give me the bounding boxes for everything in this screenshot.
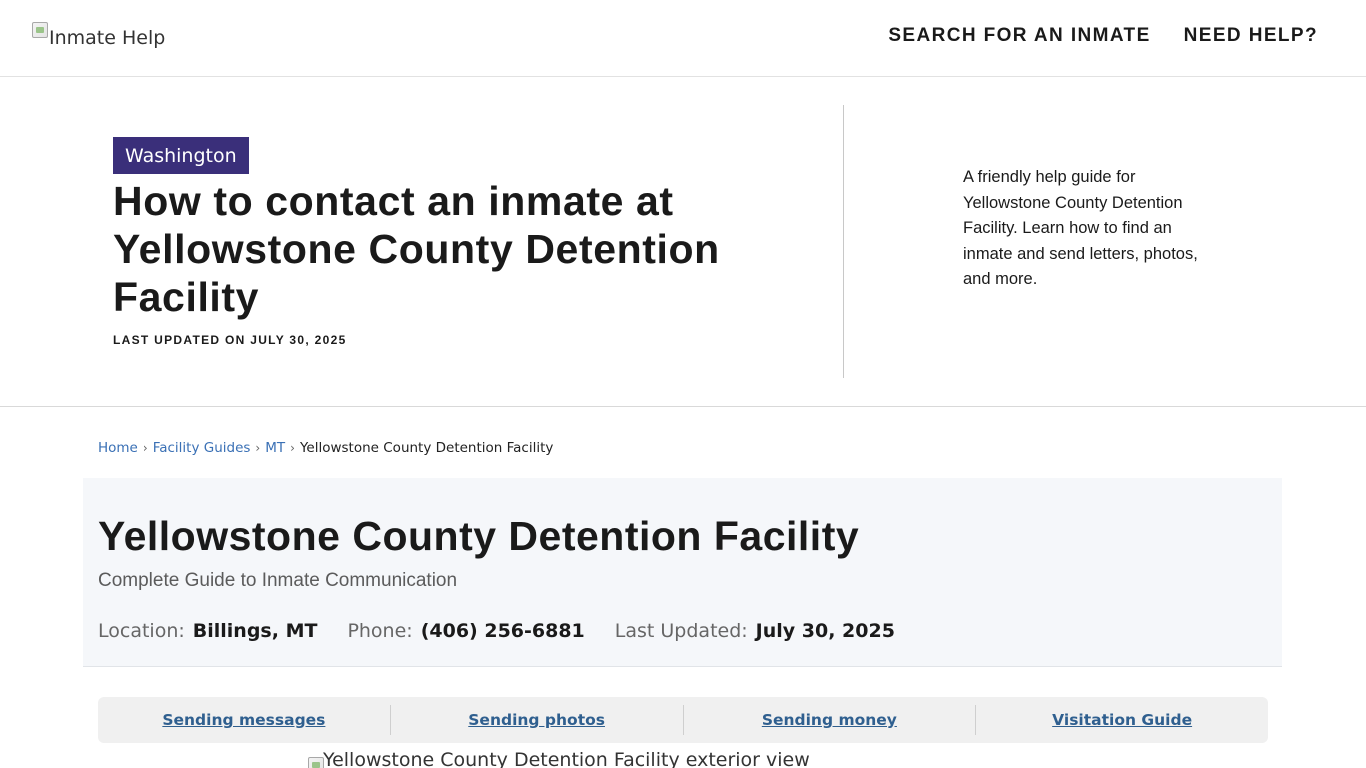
- tab-visitation-guide[interactable]: Visitation Guide: [976, 697, 1268, 743]
- page-title: How to contact an inmate at Yellowstone …: [113, 178, 720, 320]
- nav-search-inmate[interactable]: SEARCH FOR AN INMATE: [888, 25, 1150, 47]
- tab-sending-photos[interactable]: Sending photos: [391, 697, 683, 743]
- meta-location: Location: Billings, MT: [98, 620, 317, 642]
- logo-link[interactable]: Inmate Help: [32, 22, 165, 54]
- facility-title: Yellowstone County Detention Facility: [98, 513, 860, 559]
- tab-sending-money[interactable]: Sending money: [684, 697, 976, 743]
- site-header: Inmate Help SEARCH FOR AN INMATE NEED HE…: [0, 0, 1366, 77]
- breadcrumb-state[interactable]: MT: [265, 440, 285, 456]
- broken-image-icon: [308, 757, 324, 768]
- facility-exterior-image: Yellowstone County Detention Facility ex…: [308, 749, 810, 768]
- location-label: Location:: [98, 620, 185, 642]
- updated-label: Last Updated:: [614, 620, 748, 642]
- phone-value: (406) 256-6881: [420, 620, 585, 642]
- hero-divider: [843, 105, 844, 378]
- hero-section: Washington How to contact an inmate at Y…: [0, 77, 1366, 407]
- exterior-image-alt: Yellowstone County Detention Facility ex…: [323, 749, 810, 768]
- breadcrumb-current: Yellowstone County Detention Facility: [299, 440, 554, 456]
- phone-label: Phone:: [347, 620, 413, 642]
- breadcrumb-separator: ›: [255, 441, 261, 455]
- breadcrumb-facility-guides[interactable]: Facility Guides: [153, 440, 251, 456]
- breadcrumb-separator: ›: [290, 441, 295, 455]
- last-updated: LAST UPDATED ON JULY 30, 2025: [113, 333, 347, 347]
- tab-sending-messages[interactable]: Sending messages: [98, 697, 390, 743]
- updated-value: July 30, 2025: [755, 620, 895, 642]
- main-nav: SEARCH FOR AN INMATE NEED HELP?: [888, 25, 1318, 47]
- breadcrumb-home[interactable]: Home: [98, 440, 138, 456]
- state-tag[interactable]: Washington: [113, 137, 249, 174]
- guide-tabs: Sending messages Sending photos Sending …: [98, 697, 1268, 743]
- facility-header-panel: Yellowstone County Detention Facility Co…: [83, 478, 1282, 667]
- facility-meta: Location: Billings, MT Phone: (406) 256-…: [98, 620, 925, 642]
- hero-description: A friendly help guide for Yellowstone Co…: [963, 168, 1198, 288]
- location-value: Billings, MT: [192, 620, 318, 642]
- logo-alt-text: Inmate Help: [49, 27, 166, 49]
- nav-need-help[interactable]: NEED HELP?: [1184, 25, 1318, 47]
- broken-image-icon: [32, 22, 48, 38]
- facility-subtitle: Complete Guide to Inmate Communication: [98, 570, 458, 591]
- meta-phone: Phone: (406) 256-6881: [347, 620, 584, 642]
- breadcrumb: Home › Facility Guides › MT › Yellowston…: [98, 440, 553, 456]
- breadcrumb-separator: ›: [142, 441, 148, 455]
- meta-last-updated: Last Updated: July 30, 2025: [615, 620, 895, 642]
